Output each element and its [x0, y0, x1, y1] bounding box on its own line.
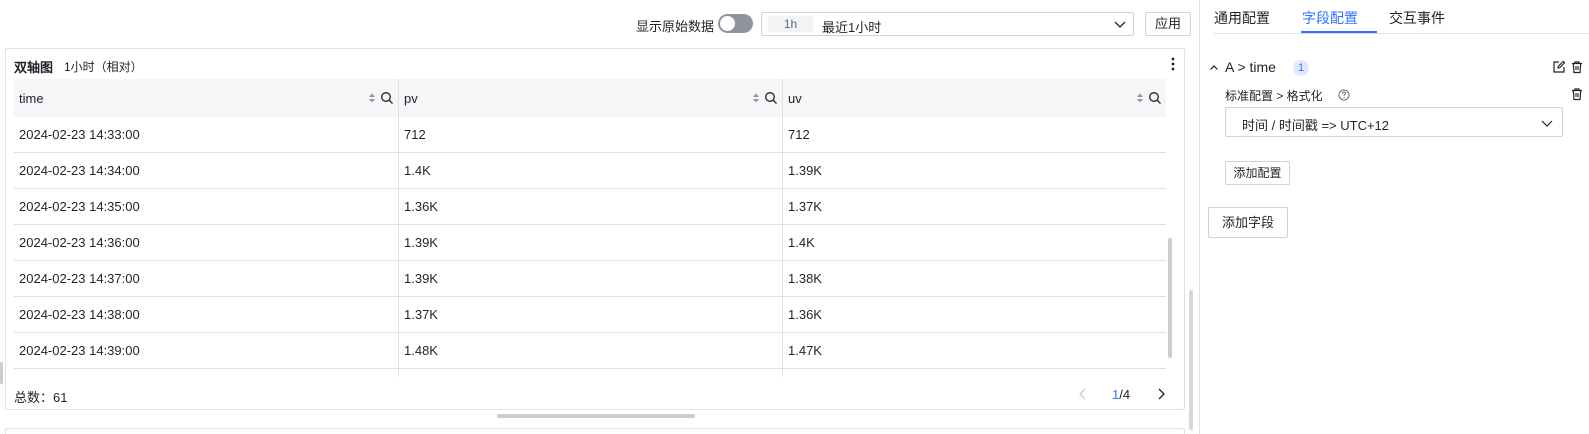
column-label: uv: [788, 91, 802, 106]
search-icon[interactable]: [764, 91, 778, 105]
format-select-value: 时间 / 时间戳 => UTC+12: [1242, 118, 1390, 133]
table-row: 2024-02-23 14:36:00 1.39K 1.4K: [14, 225, 1166, 261]
help-icon[interactable]: [1338, 89, 1350, 101]
config-sidebar: 通用配置 字段配置 交互事件 A > time 1 标准配置 > 格式化 时间 …: [1200, 0, 1589, 434]
column-header-pv: pv: [399, 79, 783, 117]
table-cell: 1.39K: [788, 163, 822, 178]
add-config-button[interactable]: 添加配置: [1225, 161, 1290, 185]
search-icon[interactable]: [380, 91, 394, 105]
table-header: time pv uv: [14, 79, 1166, 117]
config-tabs: 通用配置 字段配置 交互事件: [1214, 0, 1589, 34]
tab-general-config[interactable]: 通用配置: [1214, 8, 1270, 28]
table-cell: 1.37K: [788, 199, 822, 214]
table-panel: 双轴图 1小时（相对） time pv uv 2024-02-23 14:33:…: [5, 48, 1185, 410]
data-table: time pv uv 2024-02-23 14:33:00 712 712 2…: [14, 79, 1166, 377]
table-cell: 1.48K: [399, 333, 783, 369]
raw-data-toggle[interactable]: [718, 14, 753, 33]
tab-field-config[interactable]: 字段配置: [1302, 8, 1358, 28]
table-cell: 1.39K: [399, 225, 783, 261]
dashboard-panel-area: 显示原始数据 1h 最近1小时 应用 双轴图 1小时（相对） time pv u…: [0, 0, 1191, 434]
add-field-button[interactable]: 添加字段: [1208, 207, 1288, 238]
table-cell: [14, 369, 399, 377]
table-cell: 1.38K: [788, 271, 822, 286]
table-cell: 2024-02-23 14:35:00: [14, 189, 399, 225]
table-cell: 2024-02-23 14:33:00: [14, 117, 399, 153]
apply-button[interactable]: 应用: [1145, 12, 1191, 36]
column-label: pv: [404, 91, 418, 106]
chevron-right-icon[interactable]: [1154, 387, 1168, 401]
delete-icon[interactable]: [1570, 60, 1584, 74]
table-vertical-scrollbar[interactable]: [1168, 238, 1172, 358]
table-cell: 1.36K: [788, 307, 822, 322]
format-select[interactable]: 时间 / 时间戳 => UTC+12: [1225, 107, 1563, 137]
panel-time-range: 1小时（相对）: [64, 60, 143, 74]
table-row: 2024-02-23 14:37:00 1.39K 1.38K: [14, 261, 1166, 297]
pagination-indicator: 1/4: [1112, 387, 1130, 402]
table-cell: 2024-02-23 14:37:00: [14, 261, 399, 297]
chevron-left-icon[interactable]: [1076, 387, 1090, 401]
time-range-select[interactable]: 1h 最近1小时: [761, 12, 1134, 36]
active-tab-indicator: [1301, 31, 1377, 33]
table-cell: 1.37K: [399, 297, 783, 333]
table-cell: 2024-02-23 14:34:00: [14, 153, 399, 189]
table-row: 2024-02-23 14:39:00 1.48K 1.47K: [14, 333, 1166, 369]
tab-interaction-events[interactable]: 交互事件: [1389, 8, 1445, 28]
chevron-up-icon[interactable]: [1209, 63, 1219, 73]
sort-icon[interactable]: [752, 92, 760, 104]
table-cell: 1.39K: [399, 261, 783, 297]
next-panel-edge: [5, 428, 1185, 434]
table-cell: 1.4K: [788, 235, 815, 250]
table-cell: 2024-02-23 14:36:00: [14, 225, 399, 261]
more-vertical-icon[interactable]: [1170, 57, 1176, 71]
edit-icon[interactable]: [1552, 60, 1566, 74]
toggle-knob: [720, 16, 735, 31]
total-pages: /4: [1119, 387, 1131, 402]
table-cell: 1.4K: [399, 153, 783, 189]
time-range-chip: 1h: [768, 16, 813, 32]
table-cell: 2024-02-23 14:38:00: [14, 297, 399, 333]
table-row: [14, 369, 1166, 377]
search-icon[interactable]: [1148, 91, 1162, 105]
table-cell: 2024-02-23 14:39:00: [14, 333, 399, 369]
panel-title: 双轴图: [14, 60, 54, 75]
raw-data-label: 显示原始数据: [636, 19, 715, 34]
table-cell: 712: [788, 127, 810, 142]
column-label: time: [19, 91, 44, 106]
config-path-label: 标准配置 > 格式化: [1225, 89, 1323, 103]
delete-icon[interactable]: [1570, 87, 1584, 101]
time-range-label: 最近1小时: [822, 20, 882, 35]
table-row: 2024-02-23 14:35:00 1.36K 1.37K: [14, 189, 1166, 225]
chevron-down-icon: [1114, 21, 1126, 28]
table-cell: 712: [399, 117, 783, 153]
table-cell: 1.47K: [788, 343, 822, 358]
column-header-uv: uv: [783, 79, 1166, 117]
total-count: 总数：61: [14, 390, 68, 405]
main-vertical-scrollbar[interactable]: [1189, 290, 1193, 430]
table-row: 2024-02-23 14:34:00 1.4K 1.39K: [14, 153, 1166, 189]
top-toolbar: 显示原始数据 1h 最近1小时 应用: [0, 10, 1191, 38]
table-row: 2024-02-23 14:33:00 712 712: [14, 117, 1166, 153]
column-header-time: time: [14, 79, 399, 117]
table-row: 2024-02-23 14:38:00 1.37K 1.36K: [14, 297, 1166, 333]
field-title[interactable]: A > time: [1225, 59, 1276, 75]
horizontal-scrollbar[interactable]: [497, 414, 695, 418]
table-cell: [399, 369, 783, 377]
table-cell: [783, 369, 1166, 377]
resize-handle[interactable]: [0, 362, 3, 384]
sort-icon[interactable]: [1136, 92, 1144, 104]
chevron-down-icon: [1541, 120, 1553, 127]
sort-icon[interactable]: [368, 92, 376, 104]
table-cell: 1.36K: [399, 189, 783, 225]
field-count-badge: 1: [1293, 60, 1309, 76]
